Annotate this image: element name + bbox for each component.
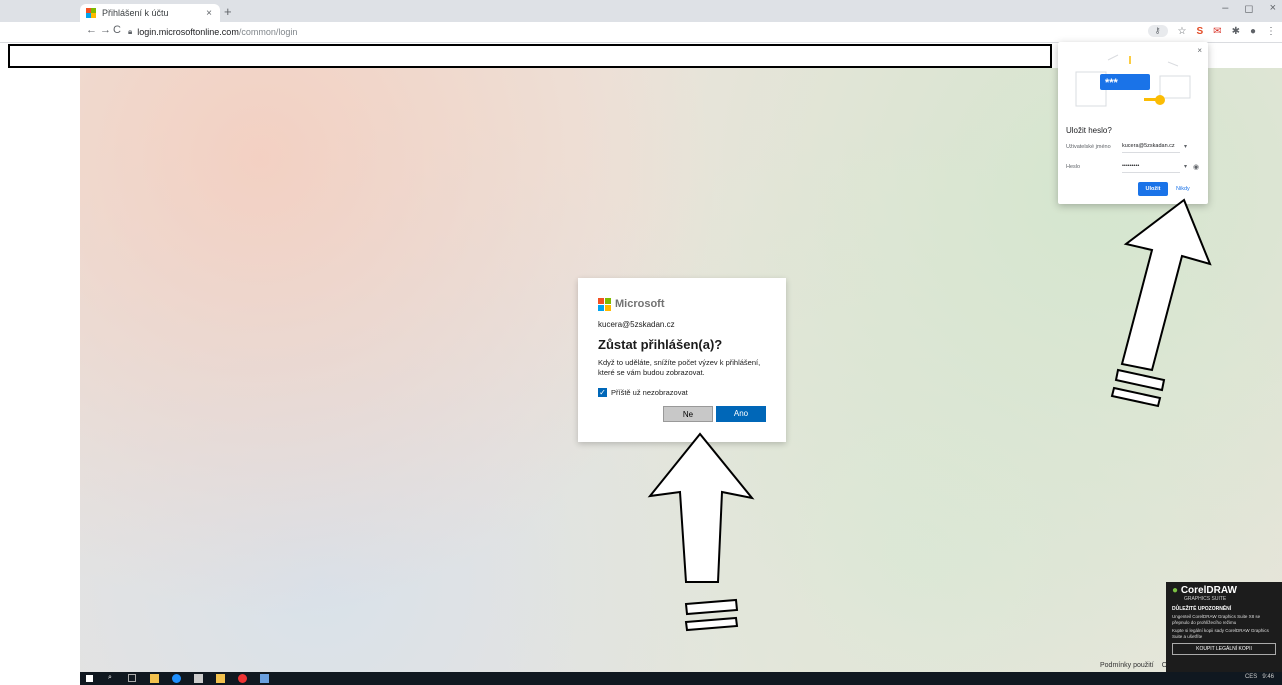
forward-icon[interactable]: → [100, 24, 111, 36]
page-footer: Podmínky použití Och [1100, 662, 1175, 669]
key-icon[interactable]: ⚷ [1147, 25, 1168, 37]
coreldraw-suite: GRAPHICS SUITE [1184, 596, 1227, 602]
save-password-title: Uložit heslo? [1066, 126, 1112, 135]
microsoft-brand-text: Microsoft [615, 298, 665, 310]
tab-title: Přihlášení k účtu [102, 8, 169, 18]
checkbox-label: Příště už nezobrazovat [611, 388, 688, 397]
username-row: Uživatelské jméno kucera@5zskadan.cz ▾ [1066, 140, 1187, 153]
coreldraw-warning: DŮLEŽITÉ UPOZORNĚNÍ [1172, 606, 1232, 612]
password-illustration-icon: *** [1075, 54, 1191, 107]
edge-icon[interactable] [172, 674, 181, 683]
mail-icon[interactable]: ✉ [1213, 26, 1221, 37]
eye-icon[interactable]: ◉ [1193, 163, 1199, 171]
coreldraw-brand-text: CorelDRAW [1180, 585, 1237, 596]
clock[interactable]: 9:46 [1262, 674, 1274, 680]
password-label: Heslo [1066, 163, 1081, 170]
stay-signed-in-dialog: Microsoft kucera@5zskadan.cz Zůstat přih… [578, 278, 786, 442]
new-tab-button[interactable]: + [224, 4, 232, 19]
file-explorer-icon[interactable] [150, 674, 159, 683]
maximize-icon[interactable]: ◻ [1244, 2, 1253, 15]
close-window-icon[interactable]: × [1270, 2, 1276, 15]
star-icon[interactable]: ☆ [1178, 26, 1187, 37]
reload-icon[interactable]: C [113, 24, 121, 36]
arrow-to-no-button-icon [647, 432, 755, 632]
toolbar-actions: ⚷ ☆ S ✉ ✱ ● ⋮ [1147, 25, 1276, 37]
browser-toolbar: ← → C 🔒︎ login.microsoftonline.com /comm… [0, 22, 1282, 43]
no-button[interactable]: Ne [663, 406, 713, 422]
browser-tab[interactable]: Přihlášení k účtu × [80, 4, 220, 22]
checkbox-checked-icon[interactable]: ✓ [598, 388, 607, 397]
windows-taskbar: ⌕ CES 9:46 [80, 672, 1282, 685]
password-row: Heslo ••••••••• ▾ ◉ [1066, 160, 1199, 173]
minimize-icon[interactable]: – [1222, 2, 1228, 15]
search-icon[interactable]: ⌕ [108, 674, 117, 683]
dialog-description: Když to uděláte, snížíte počet výzev k p… [598, 358, 761, 377]
terms-link[interactable]: Podmínky použití [1100, 662, 1154, 669]
never-button[interactable]: Nikdy [1176, 182, 1190, 196]
save-password-popup: × *** Uložit heslo? Uživatelské jméno ku… [1058, 42, 1208, 204]
coreldraw-brand: ● CorelDRAW [1172, 586, 1276, 596]
buy-legal-copy-button[interactable]: KOUPIT LEGÁLNÍ KOPII [1172, 643, 1276, 655]
highlight-box [8, 44, 1052, 68]
extension-s-icon[interactable]: S [1197, 26, 1204, 37]
dialog-buttons: Ne Ano [663, 406, 766, 422]
save-button[interactable]: Uložit [1138, 182, 1168, 196]
app-icon[interactable] [260, 674, 269, 683]
chevron-down-icon[interactable]: ▾ [1184, 163, 1187, 170]
url-host: login.microsoftonline.com [137, 27, 239, 37]
microsoft-logo: Microsoft [598, 298, 766, 311]
lock-icon: 🔒︎ [128, 27, 133, 36]
folder-icon[interactable] [216, 674, 225, 683]
system-tray: CES 9:46 [1245, 674, 1274, 680]
coreldraw-text-2: Kupte si legální kopii sady CorelDRAW Gr… [1172, 628, 1269, 639]
window-controls: – ◻ × [1222, 2, 1276, 15]
username-label: Uživatelské jméno [1066, 143, 1111, 150]
address-bar[interactable]: 🔒︎ login.microsoftonline.com /common/log… [128, 25, 1168, 39]
start-icon[interactable] [86, 675, 93, 682]
close-tab-icon[interactable]: × [204, 8, 214, 19]
task-view-icon[interactable] [128, 674, 136, 682]
account-identity: kucera@5zskadan.cz [598, 320, 675, 329]
browser-tabstrip: Přihlášení k účtu × + – ◻ × [0, 0, 1282, 22]
store-icon[interactable] [194, 674, 203, 683]
yes-button[interactable]: Ano [716, 406, 766, 422]
microsoft-favicon-icon [86, 8, 96, 18]
microsoft-logo-icon [598, 298, 611, 311]
chrome-icon[interactable] [238, 674, 247, 683]
illustration-stars: *** [1105, 77, 1119, 89]
profile-icon[interactable]: ● [1250, 26, 1256, 37]
coreldraw-notice: ● CorelDRAW GRAPHICS SUITE DŮLEŽITÉ UPOZ… [1166, 582, 1282, 672]
coreldraw-text-1: Ungenteil CorelDRAW Graphics Suite X8 se… [1172, 614, 1261, 625]
dont-show-again-checkbox[interactable]: ✓ Příště už nezobrazovat [598, 388, 766, 397]
puzzle-icon[interactable]: ✱ [1232, 26, 1240, 37]
url-path: /common/login [238, 27, 298, 37]
back-icon[interactable]: ← [86, 24, 97, 36]
coreldraw-balloon-icon: ● [1172, 585, 1179, 596]
arrow-to-never-button-icon [1110, 198, 1212, 408]
password-field[interactable]: ••••••••• [1122, 160, 1180, 173]
close-icon[interactable]: × [1197, 46, 1202, 55]
username-field[interactable]: kucera@5zskadan.cz [1122, 140, 1180, 153]
language-indicator[interactable]: CES [1245, 674, 1257, 680]
chevron-down-icon[interactable]: ▾ [1184, 143, 1187, 150]
dialog-title: Zůstat přihlášen(a)? [598, 337, 723, 352]
menu-icon[interactable]: ⋮ [1266, 26, 1276, 37]
